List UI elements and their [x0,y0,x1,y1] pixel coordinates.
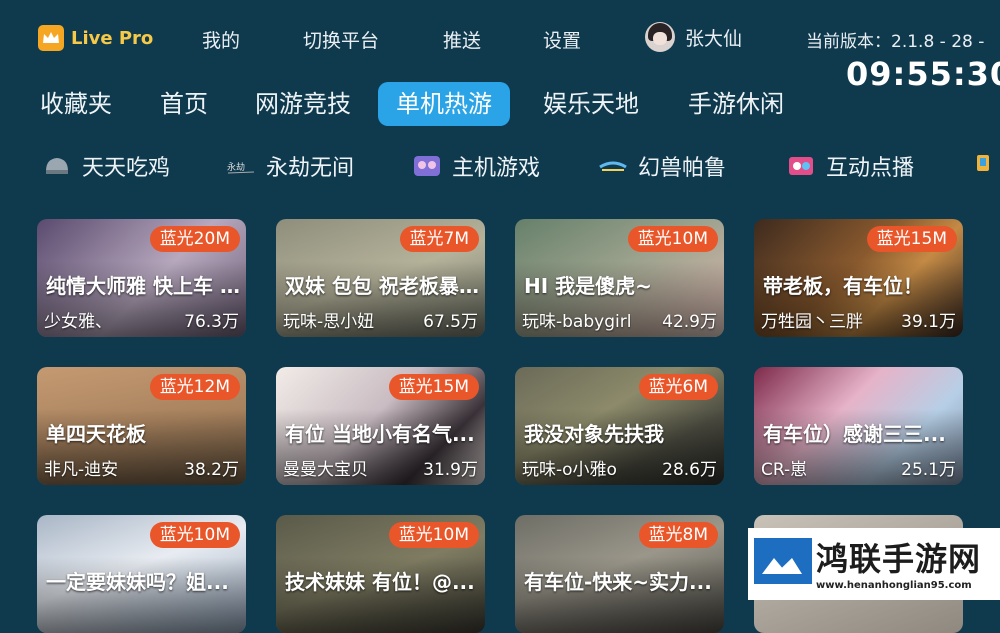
viewer-count: 25.1万 [901,460,956,480]
naraka-logo-icon: 永劫 [226,153,256,179]
viewer-count: 28.6万 [662,460,717,480]
stream-title: 有车位-快来~实力... [524,570,712,594]
stream-title: 技术妹妹 有位！@... [285,570,475,594]
stream-title: 单四天花板 [46,422,146,446]
quality-badge: 蓝光15M [866,226,957,252]
watermark-url: www.henanhonglian95.com [816,580,972,591]
stream-title: 有位 当地小有名气... [285,422,475,446]
quality-badge: 蓝光15M [388,374,479,400]
quality-badge: 蓝光10M [388,522,479,548]
avatar [645,22,675,52]
quality-badge: 蓝光12M [149,374,240,400]
top-bar: Live Pro 我的 切换平台 推送 设置 张大仙 当前版本：2.1.8 - … [0,0,1000,93]
tab-single-player[interactable]: 单机热游 [378,82,510,126]
viewer-count: 39.1万 [901,312,956,332]
interactive-icon [786,153,816,179]
tab-favorites[interactable]: 收藏夹 [30,82,122,126]
user-profile[interactable]: 张大仙 [645,22,742,52]
stream-title: 带老板，有车位！ [763,274,923,298]
quality-badge: 蓝光7M [399,226,479,252]
watermark: 鸿联手游网 www.henanhonglian95.com [748,528,1000,600]
streamer-name: 玩味-思小妞 [283,312,375,332]
stream-card[interactable]: 有车位）感谢三三... CR-崽 25.1万 [754,367,963,485]
streamer-name: 曼曼大宝贝 [283,460,368,480]
user-name: 张大仙 [685,27,743,50]
nav-settings[interactable]: 设置 [543,26,581,53]
tab-home[interactable]: 首页 [150,82,218,126]
stream-card[interactable]: 蓝光12M 单四天花板 非凡-迪安 38.2万 [37,367,246,485]
stream-card[interactable]: 蓝光7M 双妹 包包 祝老板暴... 玩味-思小妞 67.5万 [276,219,485,337]
tab-mobile-casual[interactable]: 手游休闲 [678,82,794,126]
streamer-name: 玩味-o小雅o [522,460,617,480]
stream-title: 一定要妹妹吗？姐... [46,570,229,594]
crown-icon [38,25,64,51]
version-text: 当前版本：2.1.8 - 28 - [806,32,985,52]
quality-badge: 蓝光10M [149,522,240,548]
stream-card[interactable]: 蓝光15M 有位 当地小有名气... 曼曼大宝贝 31.9万 [276,367,485,485]
subcategory-more[interactable] [975,150,991,176]
streamer-name: 少女雅、 [44,312,112,332]
stream-title: 纯情大师雅 快上车 ... [46,274,242,298]
stream-card[interactable]: 蓝光10M 一定要妹妹吗？姐... [37,515,246,633]
app-logo: Live Pro [38,25,153,51]
subcategory-label: 天天吃鸡 [82,156,171,181]
svg-text:永劫: 永劫 [227,161,245,173]
helmet-icon [42,153,72,179]
subcategory-console[interactable]: 主机游戏 [412,150,540,182]
quality-badge: 蓝光20M [149,226,240,252]
stream-title: 有车位）感谢三三... [763,422,946,446]
subcategory-label: 幻兽帕鲁 [638,156,727,181]
viewer-count: 31.9万 [423,460,478,480]
tab-online-games[interactable]: 网游竞技 [245,82,361,126]
nav-mine[interactable]: 我的 [202,26,240,53]
tab-entertainment[interactable]: 娱乐天地 [533,82,649,126]
stream-card[interactable]: 蓝光20M 纯情大师雅 快上车 ... 少女雅、 76.3万 [37,219,246,337]
stream-title: 双妹 包包 祝老板暴... [285,274,481,298]
viewer-count: 38.2万 [184,460,239,480]
streamer-name: 玩味-babygirl [522,312,632,332]
streamer-name: CR-崽 [761,460,808,480]
quality-badge: 蓝光10M [627,226,718,252]
stream-card[interactable]: 蓝光8M 有车位-快来~实力... [515,515,724,633]
nav-switch-platform[interactable]: 切换平台 [303,26,379,53]
viewer-count: 42.9万 [662,312,717,332]
subcategory-label: 互动点播 [826,156,915,181]
category-tabs: 收藏夹 首页 网游竞技 单机热游 娱乐天地 手游休闲 [0,82,1000,130]
viewer-count: 67.5万 [423,312,478,332]
subcategory-pubg[interactable]: 天天吃鸡 [42,150,170,182]
streamer-name: 万牲园丶三胖 [761,312,863,332]
stream-card[interactable]: 蓝光10M HI 我是傻虎~ 玩味-babygirl 42.9万 [515,219,724,337]
watermark-logo-icon [754,538,812,584]
console-game-icon [412,153,442,179]
subcategory-label: 永劫无间 [266,156,355,181]
quality-badge: 蓝光8M [638,522,718,548]
subcategory-palworld[interactable]: 幻兽帕鲁 [598,150,726,182]
subcategory-label: 主机游戏 [452,156,541,181]
viewer-count: 76.3万 [184,312,239,332]
more-category-icon [975,150,991,176]
nav-push[interactable]: 推送 [443,26,481,53]
subcategory-interactive[interactable]: 互动点播 [786,150,914,182]
palworld-logo-icon [598,153,628,179]
stream-card[interactable]: 蓝光10M 技术妹妹 有位！@... [276,515,485,633]
subcategory-naraka[interactable]: 永劫 永劫无间 [226,150,354,182]
quality-badge: 蓝光6M [638,374,718,400]
subcategory-row: 天天吃鸡 永劫 永劫无间 主机游戏 幻兽帕鲁 互动点播 [0,150,1000,194]
stream-title: HI 我是傻虎~ [524,274,652,298]
watermark-text: 鸿联手游网 [816,540,982,578]
stream-card[interactable]: 蓝光15M 带老板，有车位！ 万牲园丶三胖 39.1万 [754,219,963,337]
app-name: Live Pro [71,27,154,49]
stream-title: 我没对象先扶我 [524,422,664,446]
streamer-name: 非凡-迪安 [44,460,119,480]
stream-card[interactable]: 蓝光6M 我没对象先扶我 玩味-o小雅o 28.6万 [515,367,724,485]
